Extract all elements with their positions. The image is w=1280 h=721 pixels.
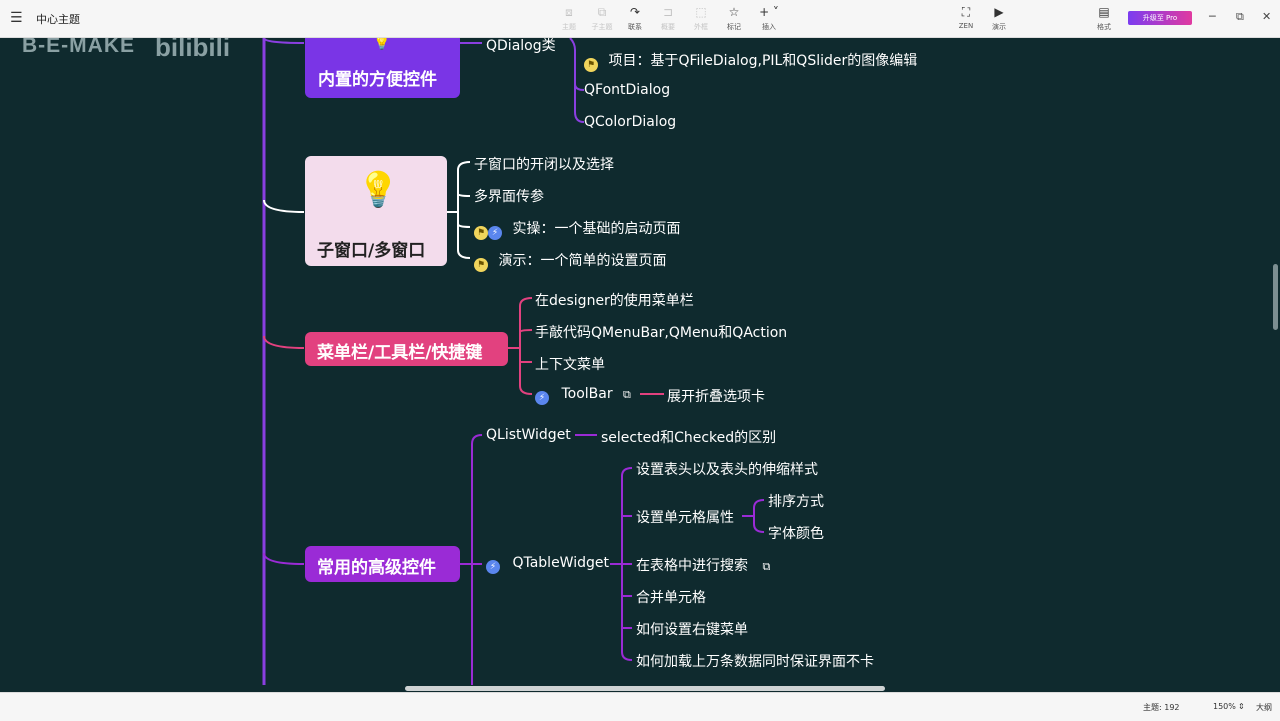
flag-icon: ⚑ xyxy=(474,226,488,240)
zen-button[interactable]: ⛶ ZEN xyxy=(948,5,984,30)
insert-subtopic-button[interactable]: ⧉ 子主题 xyxy=(584,5,620,32)
subtopic-qdialog[interactable]: QDialog类 xyxy=(486,38,556,55)
subtopic-icon: ⧉ xyxy=(597,5,607,19)
flag-icon: ⚑ xyxy=(474,258,488,272)
document-title[interactable]: 中心主题 xyxy=(36,11,80,27)
subtopic-context-menu[interactable]: 上下文菜单 xyxy=(535,354,605,374)
insert-button[interactable]: + ˅ 插入 xyxy=(751,5,787,32)
menu-icon[interactable]: ☰ xyxy=(10,10,23,26)
subtopic-merge-cells[interactable]: 合并单元格 xyxy=(636,587,706,607)
subtopic-cell-properties[interactable]: 设置单元格属性 xyxy=(636,507,734,527)
close-icon[interactable]: ✕ xyxy=(1262,10,1271,23)
status-bar: 主题: 192 150% ⇕ 大纲 xyxy=(0,692,1280,721)
summary-icon: ⊐ xyxy=(662,5,674,19)
insert-topic-button[interactable]: ⧈ 主题 xyxy=(551,5,587,32)
relation-icon: ↷ xyxy=(629,5,641,19)
topic-icon: ⧈ xyxy=(565,5,573,19)
subtopic-open-close[interactable]: 子窗口的开闭以及选择 xyxy=(474,154,614,174)
topic-label: 内置的方便控件 xyxy=(318,70,437,90)
zoom-level[interactable]: 150% xyxy=(1213,702,1236,711)
boundary-icon: ⬚ xyxy=(695,5,707,19)
zoom-stepper-icon[interactable]: ⇕ xyxy=(1238,702,1245,711)
connector-lines xyxy=(262,38,765,685)
bolt-icon: ⚡ xyxy=(535,391,549,405)
subtopic-code-qmenubar[interactable]: 手敲代码QMenuBar,QMenu和QAction xyxy=(535,322,787,342)
subtopic-sort-order[interactable]: 排序方式 xyxy=(768,491,824,511)
subtopic-collapse-tabs[interactable]: 展开折叠选项卡 xyxy=(667,386,765,406)
topic-label: 子窗口/多窗口 xyxy=(317,241,426,261)
external-link-icon[interactable]: ⧉ xyxy=(762,560,770,574)
subtopic-qcolordialog[interactable]: QColorDialog xyxy=(584,114,676,130)
present-button[interactable]: ▶ 演示 xyxy=(981,5,1017,32)
flag-icon: ⚑ xyxy=(584,58,598,72)
restore-icon[interactable]: ⧉ xyxy=(1236,10,1244,24)
subtopic-font-color[interactable]: 字体颜色 xyxy=(768,523,824,543)
subtopic-toolbar[interactable]: ⚡ ToolBar ⧉ xyxy=(535,386,631,405)
subtopic-startup-page[interactable]: ⚑ ⚡ 实操：一个基础的启动页面 xyxy=(474,218,680,240)
subtopic-image-editor-project[interactable]: ⚑ 项目：基于QFileDialog,PIL和QSlider的图像编辑 xyxy=(584,50,917,72)
subtopic-qlistwidget[interactable]: QListWidget xyxy=(486,427,571,443)
outline-mode-button[interactable]: 大纲 xyxy=(1256,702,1272,713)
topic-builtin-controls[interactable]: 💡 内置的方便控件 xyxy=(305,38,460,98)
minimize-icon[interactable]: ─ xyxy=(1209,10,1216,23)
topic-advanced-controls[interactable]: 常用的高级控件 xyxy=(305,546,460,582)
summary-button[interactable]: ⊐ 概要 xyxy=(650,5,686,32)
top-toolbar: ☰ 中心主题 ⧈ 主题 ⧉ 子主题 ↷ 联系 ⊐ 概要 ⬚ 外框 ☆ 标记 + … xyxy=(0,0,1280,38)
subtopic-pass-params[interactable]: 多界面传参 xyxy=(474,186,544,206)
bolt-icon: ⚡ xyxy=(488,226,502,240)
boundary-button[interactable]: ⬚ 外框 xyxy=(683,5,719,32)
subtopic-header-style[interactable]: 设置表头以及表头的伸缩样式 xyxy=(636,459,818,479)
subtopic-settings-page[interactable]: ⚑ 演示：一个简单的设置页面 xyxy=(474,250,666,272)
vertical-scrollbar[interactable] xyxy=(1273,264,1278,330)
marker-button[interactable]: ☆ 标记 xyxy=(716,5,752,32)
topic-menubar-toolbar[interactable]: 菜单栏/工具栏/快捷键 xyxy=(305,332,508,366)
marker-icon: ☆ xyxy=(728,5,740,19)
present-icon: ▶ xyxy=(994,5,1004,19)
topic-subwindow[interactable]: 💡 子窗口/多窗口 xyxy=(305,156,447,266)
horizontal-scrollbar[interactable] xyxy=(405,686,885,691)
format-button[interactable]: ▤ 格式 xyxy=(1086,5,1122,32)
subtopic-qfontdialog[interactable]: QFontDialog xyxy=(584,82,670,98)
fullscreen-icon: ⛶ xyxy=(961,5,971,19)
relationship-button[interactable]: ↷ 联系 xyxy=(617,5,653,32)
external-link-icon[interactable]: ⧉ xyxy=(623,388,631,402)
subtopic-right-click-menu[interactable]: 如何设置右键菜单 xyxy=(636,619,748,639)
lightbulb-icon: 💡 xyxy=(357,170,400,210)
bolt-icon: ⚡ xyxy=(486,560,500,574)
topic-label: 常用的高级控件 xyxy=(317,558,436,578)
subtopic-table-search[interactable]: 在表格中进行搜索 ⧉ xyxy=(636,555,770,575)
topic-count: 主题: 192 xyxy=(1143,703,1180,712)
lightbulb-icon: 💡 xyxy=(373,38,391,51)
insert-icon: + ˅ xyxy=(759,5,779,19)
subtopic-designer-menubar[interactable]: 在designer的使用菜单栏 xyxy=(535,290,694,310)
subtopic-qtablewidget[interactable]: ⚡ QTableWidget xyxy=(486,555,609,574)
format-panel-icon: ▤ xyxy=(1098,5,1110,19)
mindmap-canvas[interactable]: B-E-MAKE bilibili 💡 内置的方便控件 QDialog类 ⚑ 项… xyxy=(0,38,1270,685)
subtopic-large-data[interactable]: 如何加载上万条数据同时保证界面不卡 xyxy=(636,651,874,671)
subtopic-selected-vs-checked[interactable]: selected和Checked的区别 xyxy=(601,427,776,447)
upgrade-pro-button[interactable]: 升级至 Pro xyxy=(1128,11,1192,25)
topic-label: 菜单栏/工具栏/快捷键 xyxy=(317,343,483,363)
